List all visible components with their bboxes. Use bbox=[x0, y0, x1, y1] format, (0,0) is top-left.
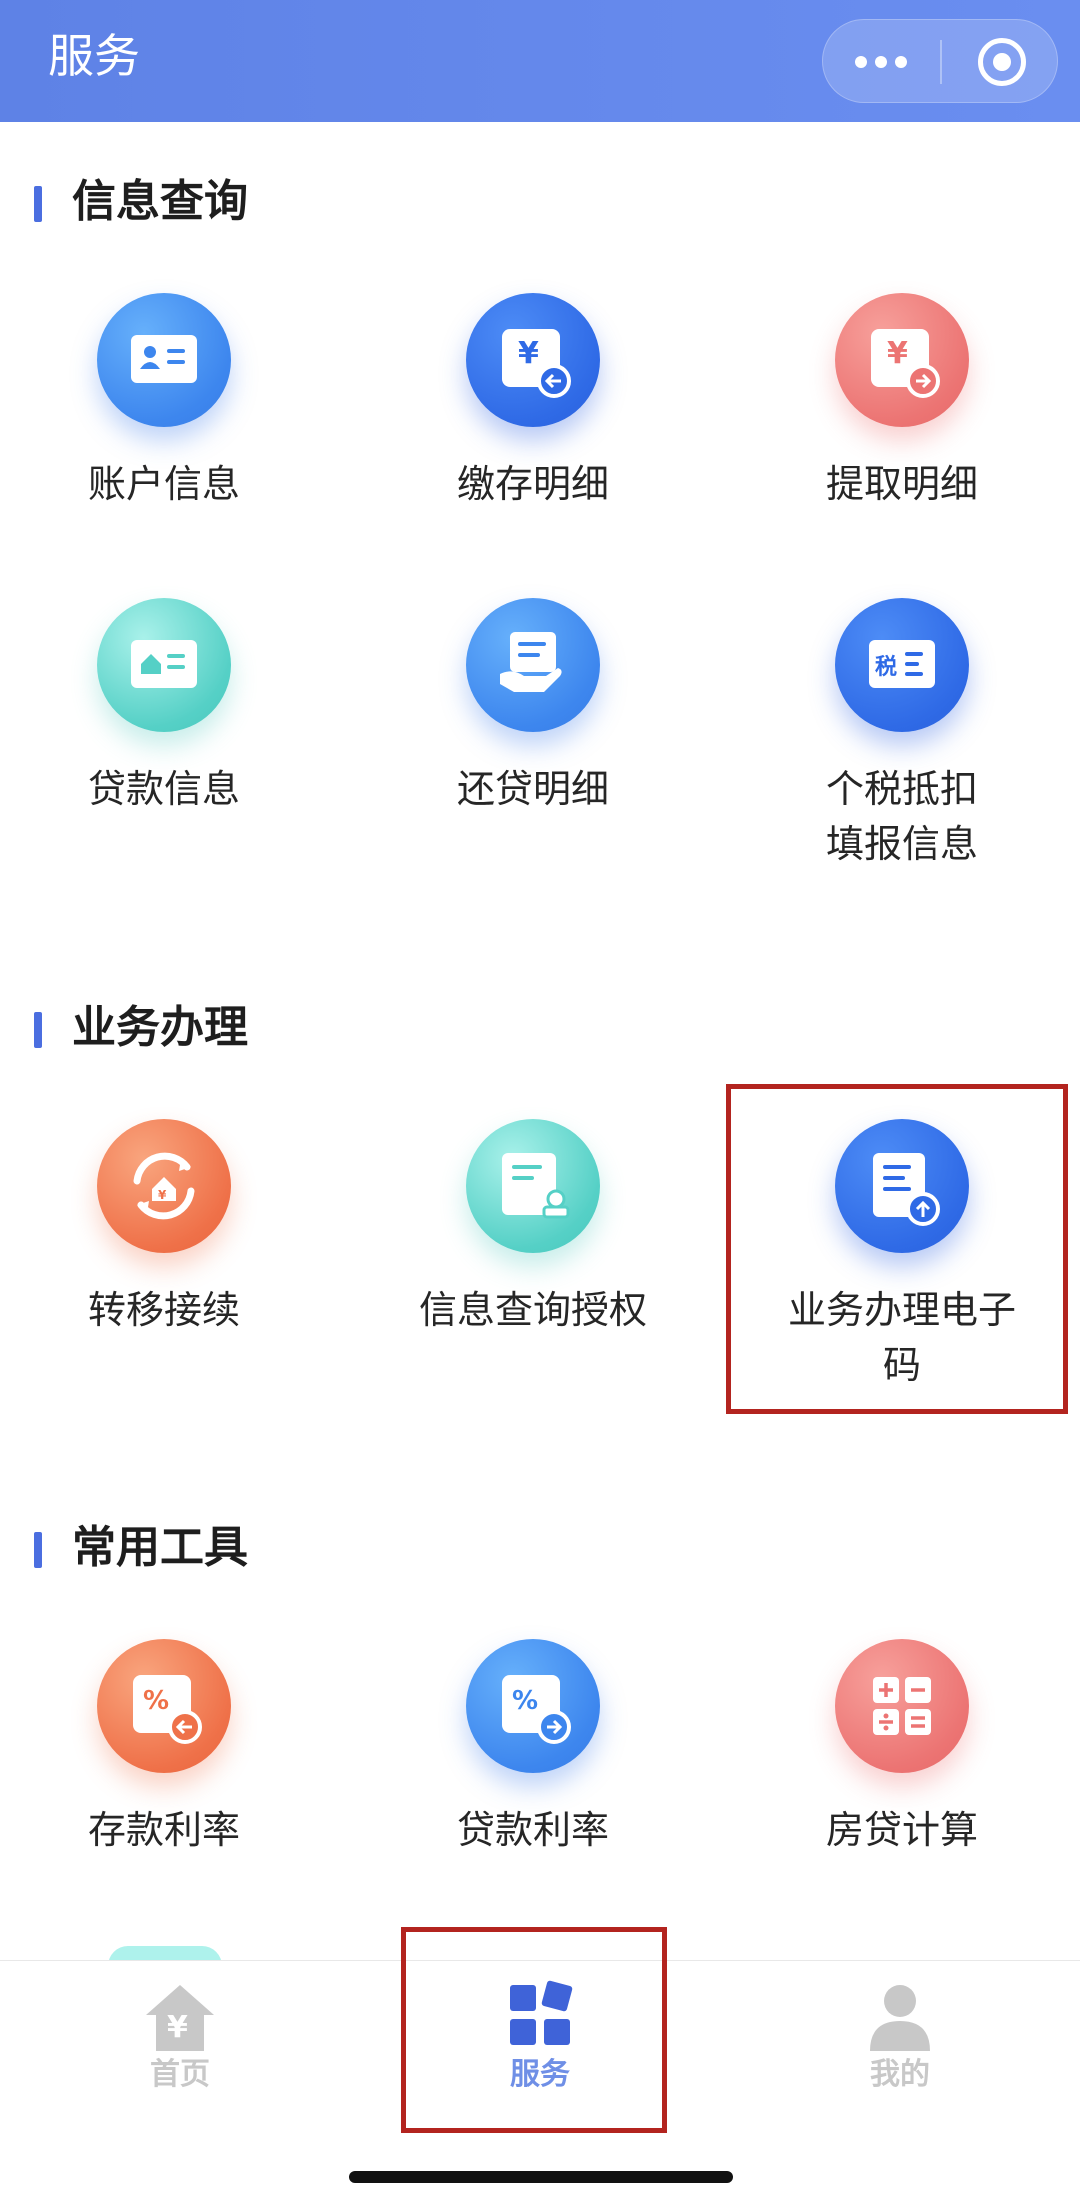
page-title: 服务 bbox=[48, 29, 140, 83]
svg-text:¥: ¥ bbox=[167, 2010, 188, 2045]
hand-document-icon bbox=[466, 598, 600, 732]
home-yuan-icon: ¥ bbox=[146, 1985, 214, 2051]
person-icon bbox=[870, 1985, 930, 2051]
highlight-box-service-tab bbox=[401, 1927, 667, 2133]
svg-text:¥: ¥ bbox=[518, 336, 539, 371]
highlight-box-business-qrcode bbox=[726, 1084, 1068, 1414]
percent-in-icon: % bbox=[97, 1639, 231, 1773]
mini-program-capsule bbox=[822, 19, 1058, 103]
tax-icon: 税 bbox=[835, 598, 969, 732]
target-close-icon[interactable] bbox=[942, 20, 1059, 104]
svg-text:%: % bbox=[143, 1686, 169, 1716]
svg-text:¥: ¥ bbox=[158, 1188, 167, 1202]
nav-header: 服务 bbox=[0, 0, 1080, 122]
tab-mine[interactable]: 我的 bbox=[810, 1979, 990, 2099]
svg-text:¥: ¥ bbox=[887, 336, 908, 371]
yuan-withdraw-icon: ¥ bbox=[835, 293, 969, 427]
yuan-deposit-icon: ¥ bbox=[466, 293, 600, 427]
service-page: 服务 信息查询 账户信息 ¥ 缴存明细 ¥ 提取明细 贷款信息 还贷明细 税 个… bbox=[0, 0, 1080, 2207]
percent-out-icon: % bbox=[466, 1639, 600, 1773]
svg-text:%: % bbox=[512, 1686, 538, 1716]
document-stamp-icon bbox=[466, 1119, 600, 1253]
tab-home[interactable]: ¥ 首页 bbox=[90, 1979, 270, 2099]
id-card-icon bbox=[97, 293, 231, 427]
more-dots-icon[interactable] bbox=[823, 20, 940, 104]
house-card-icon bbox=[97, 598, 231, 732]
transfer-house-icon: ¥ bbox=[97, 1119, 231, 1253]
home-indicator bbox=[349, 2171, 733, 2183]
calculator-icon bbox=[835, 1639, 969, 1773]
svg-text:税: 税 bbox=[875, 654, 897, 680]
